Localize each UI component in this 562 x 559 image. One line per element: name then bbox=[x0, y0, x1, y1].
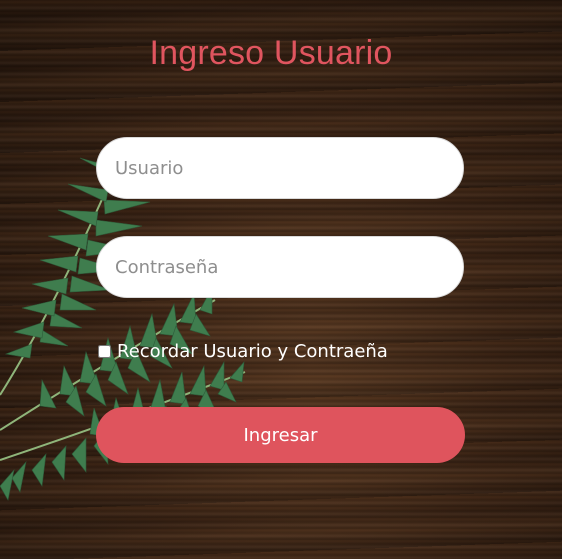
password-input[interactable] bbox=[96, 236, 464, 298]
login-button[interactable]: Ingresar bbox=[96, 407, 465, 463]
remember-me-label: Recordar Usuario y Contraeña bbox=[117, 341, 388, 362]
remember-me-checkbox[interactable] bbox=[98, 345, 111, 358]
page-title: Ingreso Usuario bbox=[149, 34, 393, 72]
username-input[interactable] bbox=[96, 137, 464, 199]
remember-me-option[interactable]: Recordar Usuario y Contraeña bbox=[98, 341, 388, 362]
